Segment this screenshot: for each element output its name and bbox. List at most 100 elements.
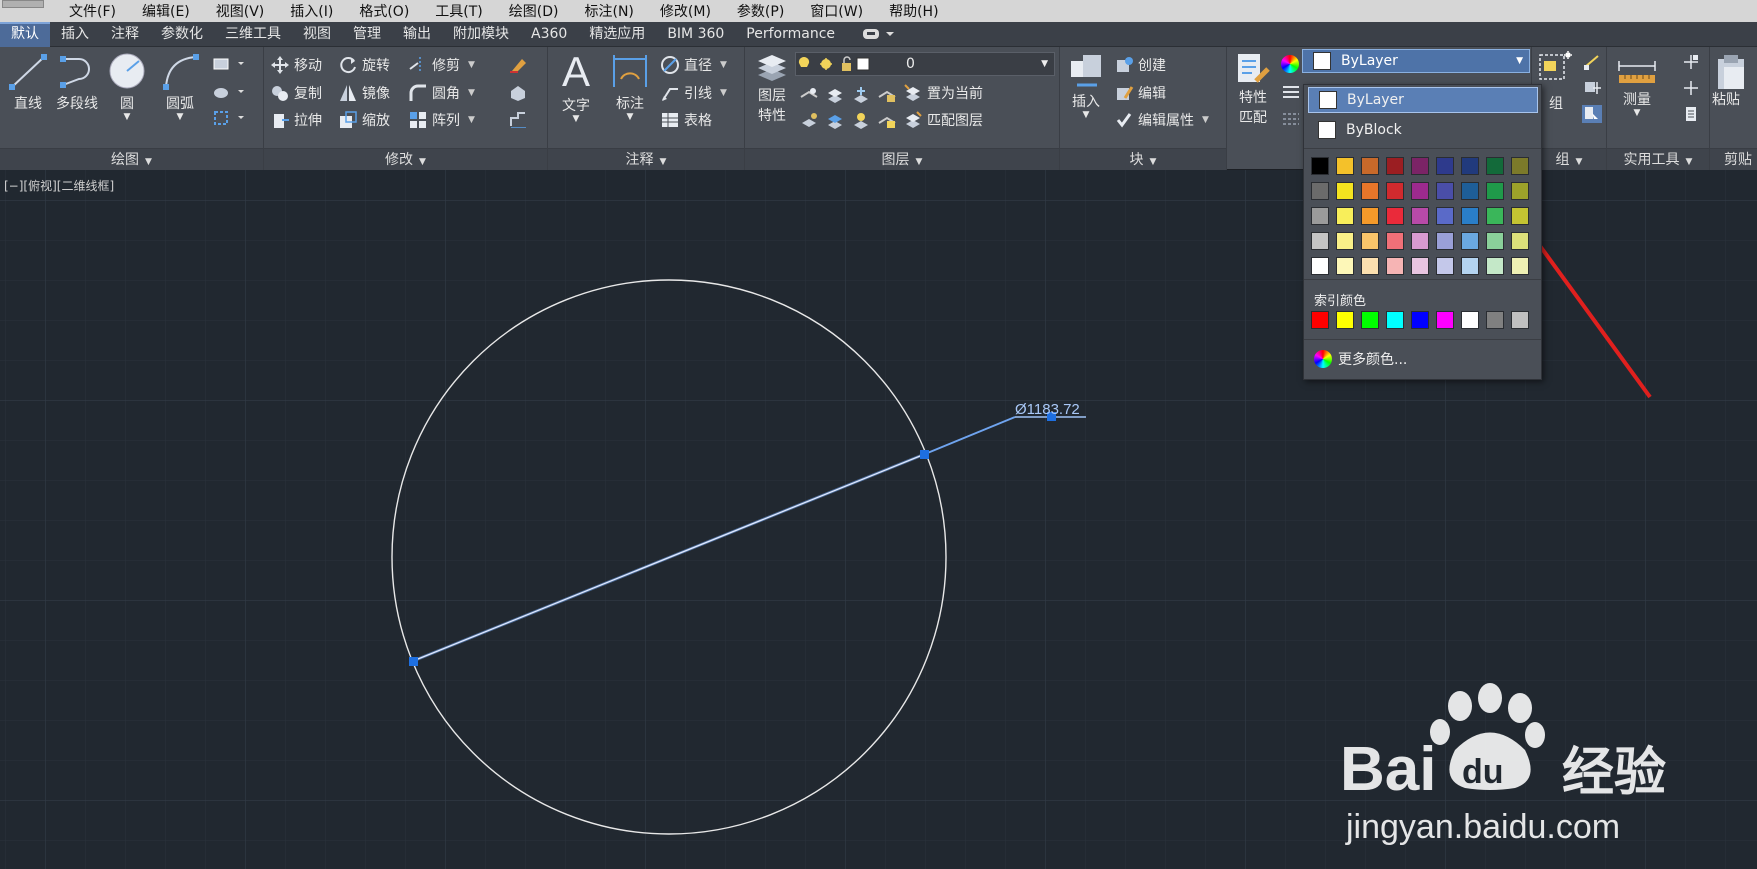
color-swatch[interactable] xyxy=(1511,232,1529,250)
text-button[interactable]: A 文字 ▼ xyxy=(554,49,598,124)
color-swatch[interactable] xyxy=(1336,207,1354,225)
match-layer-button[interactable]: 匹配图层 xyxy=(903,110,983,130)
tab-default[interactable]: 默认 xyxy=(0,21,50,47)
stretch-button[interactable]: 拉伸 xyxy=(270,110,322,130)
tab-manage[interactable]: 管理 xyxy=(342,22,392,47)
menu-help[interactable]: 帮助(H) xyxy=(876,1,951,21)
index-color-swatch[interactable] xyxy=(1486,311,1504,329)
color-swatch[interactable] xyxy=(1336,257,1354,275)
color-swatch[interactable] xyxy=(1386,182,1404,200)
color-swatch[interactable] xyxy=(1386,157,1404,175)
menu-edit[interactable]: 编辑(E) xyxy=(129,1,203,21)
menu-file[interactable]: 文件(F) xyxy=(56,1,129,21)
color-swatch[interactable] xyxy=(1361,257,1379,275)
edit-block-button[interactable]: 编辑 xyxy=(1114,83,1166,103)
color-swatch[interactable] xyxy=(1311,182,1329,200)
arc-dropdown-icon[interactable]: ▼ xyxy=(158,113,202,122)
color-swatch[interactable] xyxy=(1511,157,1529,175)
tab-parametric[interactable]: 参数化 xyxy=(150,22,214,47)
index-color-swatch[interactable] xyxy=(1336,311,1354,329)
menu-insert[interactable]: 插入(I) xyxy=(277,1,346,21)
line-button[interactable]: 直线 xyxy=(6,51,50,113)
hatch-icon[interactable] xyxy=(212,83,244,101)
color-swatch[interactable] xyxy=(1361,232,1379,250)
explode-icon[interactable] xyxy=(508,83,528,101)
copy-button[interactable]: 复制 xyxy=(270,83,322,103)
layer-thaw-icon[interactable] xyxy=(851,111,871,129)
menu-tools[interactable]: 工具(T) xyxy=(422,1,495,21)
scale-button[interactable]: 缩放 xyxy=(338,110,390,130)
diameter-button[interactable]: 直径 ▼ xyxy=(660,55,727,75)
color-swatch[interactable] xyxy=(1336,157,1354,175)
diameter-dropdown-icon[interactable]: ▼ xyxy=(720,60,727,70)
color-swatch[interactable] xyxy=(1411,182,1429,200)
color-combobox[interactable]: ByLayer ▼ xyxy=(1302,49,1530,73)
color-swatch[interactable] xyxy=(1386,257,1404,275)
color-option-bylayer[interactable]: ByLayer xyxy=(1308,87,1538,113)
move-button[interactable]: 移动 xyxy=(270,55,322,75)
index-color-swatch[interactable] xyxy=(1411,311,1429,329)
insert-block-button[interactable]: 插入 ▼ xyxy=(1064,51,1108,120)
menu-draw[interactable]: 绘图(D) xyxy=(496,1,572,21)
color-swatch[interactable] xyxy=(1386,207,1404,225)
index-color-swatch[interactable] xyxy=(1311,311,1329,329)
layer-walk-icon[interactable] xyxy=(825,111,845,129)
color-swatch[interactable] xyxy=(1311,257,1329,275)
tab-featured-apps[interactable]: 精选应用 xyxy=(578,22,656,47)
trim-button[interactable]: 修剪 ▼ xyxy=(408,55,475,75)
calculator-icon[interactable] xyxy=(1681,105,1701,123)
color-swatch[interactable] xyxy=(1361,207,1379,225)
panel-layers-title[interactable]: 图层 ▼ xyxy=(745,148,1059,170)
layer-lock-icon[interactable] xyxy=(877,85,897,103)
grip-start[interactable] xyxy=(409,657,418,666)
arc-button[interactable]: 圆弧 ▼ xyxy=(158,51,202,122)
index-color-swatch[interactable] xyxy=(1436,311,1454,329)
offset-icon[interactable] xyxy=(508,110,528,129)
color-swatch[interactable] xyxy=(1411,257,1429,275)
color-swatch[interactable] xyxy=(1361,182,1379,200)
trim-dropdown-icon[interactable]: ▼ xyxy=(468,60,475,70)
fillet-dropdown-icon[interactable]: ▼ xyxy=(468,88,475,98)
array-button[interactable]: 阵列 ▼ xyxy=(408,110,475,130)
color-swatch[interactable] xyxy=(1461,207,1479,225)
panel-utilities-title[interactable]: 实用工具 ▼ xyxy=(1607,148,1709,170)
color-swatch[interactable] xyxy=(1336,232,1354,250)
color-swatch[interactable] xyxy=(1386,232,1404,250)
fillet-button[interactable]: 圆角 ▼ xyxy=(408,83,475,103)
polyline-button[interactable]: 多段线 xyxy=(52,51,102,113)
panel-groups-title[interactable]: 组 ▼ xyxy=(1532,148,1606,170)
tab-insert[interactable]: 插入 xyxy=(50,22,100,47)
measure-button[interactable]: 测量 ▼ xyxy=(1615,55,1659,118)
grip-mid[interactable] xyxy=(920,450,929,459)
tab-view[interactable]: 视图 xyxy=(292,22,342,47)
color-swatch[interactable] xyxy=(1436,257,1454,275)
tab-performance[interactable]: Performance xyxy=(735,22,846,47)
color-swatch[interactable] xyxy=(1411,232,1429,250)
index-color-swatch[interactable] xyxy=(1361,311,1379,329)
panel-annotation-title[interactable]: 注释 ▼ xyxy=(548,148,744,170)
edit-attributes-button[interactable]: 编辑属性 ▼ xyxy=(1114,110,1209,130)
layer-freeze-icon[interactable] xyxy=(851,85,871,103)
color-swatch[interactable] xyxy=(1461,257,1479,275)
menu-window[interactable]: 窗口(W) xyxy=(797,1,876,21)
color-option-byblock[interactable]: ByBlock xyxy=(1308,117,1538,143)
color-swatch[interactable] xyxy=(1511,182,1529,200)
edit-attributes-dropdown-icon[interactable]: ▼ xyxy=(1202,115,1209,125)
table-button[interactable]: 表格 xyxy=(660,110,712,130)
menu-parametric[interactable]: 参数(P) xyxy=(724,1,797,21)
color-swatch[interactable] xyxy=(1411,207,1429,225)
boundary-icon[interactable] xyxy=(212,109,244,127)
rectangle-icon[interactable] xyxy=(212,55,244,73)
color-swatch[interactable] xyxy=(1436,182,1454,200)
set-current-layer-button[interactable]: 置为当前 xyxy=(903,83,983,103)
insert-dropdown-icon[interactable]: ▼ xyxy=(1064,111,1108,120)
measure-dropdown-icon[interactable]: ▼ xyxy=(1615,109,1659,118)
panel-block-title[interactable]: 块 ▼ xyxy=(1060,148,1226,170)
index-color-swatch[interactable] xyxy=(1386,311,1404,329)
index-color-swatch[interactable] xyxy=(1511,311,1529,329)
layer-dropdown[interactable]: 0 ▼ xyxy=(795,52,1055,76)
group-edit-icon[interactable] xyxy=(1582,79,1602,97)
menu-view[interactable]: 视图(V) xyxy=(203,1,278,21)
tab-annotate[interactable]: 注释 xyxy=(100,22,150,47)
match-properties-button[interactable]: 特性 匹配 xyxy=(1231,51,1275,127)
